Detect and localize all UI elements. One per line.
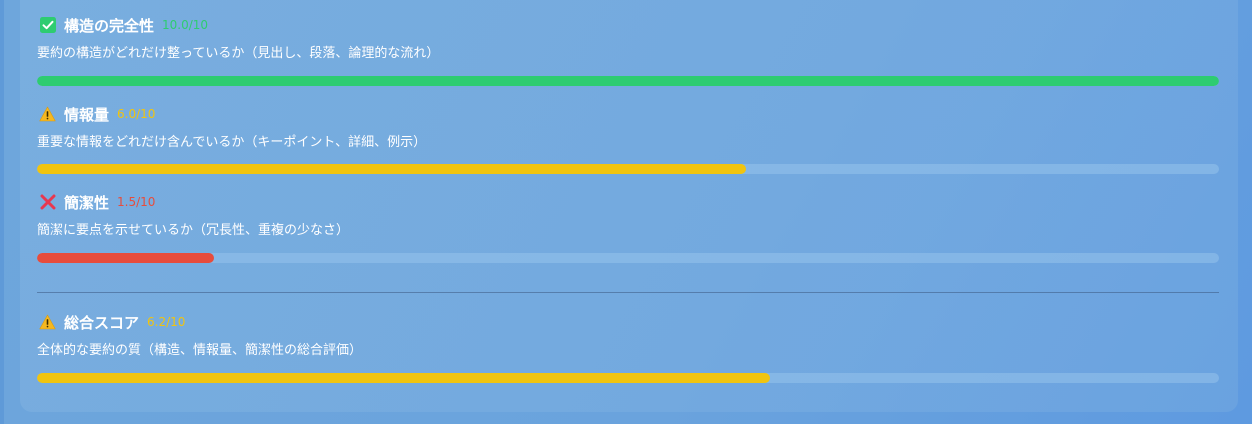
check-icon [39, 17, 56, 34]
overall-score: 6.2/10 [147, 315, 186, 329]
metric-information: 情報量 6.0/10 重要な情報をどれだけ含んでいるか（キーポイント、詳細、例示… [37, 104, 1219, 152]
progress-bar-conciseness [37, 253, 1219, 263]
metric-header: 簡潔性 1.5/10 [37, 192, 1219, 212]
progress-fill [37, 373, 770, 383]
metric-structure: 構造の完全性 10.0/10 要約の構造がどれだけ整っているか（見出し、段落、論… [37, 15, 1219, 63]
cross-icon [39, 194, 56, 211]
metric-title: 簡潔性 [64, 193, 110, 212]
metric-header: 情報量 6.0/10 [37, 104, 1219, 124]
overall-title: 総合スコア [64, 313, 140, 332]
metric-score: 1.5/10 [117, 195, 156, 209]
metric-description: 要約の構造がどれだけ整っているか（見出し、段落、論理的な流れ） [37, 46, 440, 61]
metric-description: 重要な情報をどれだけ含んでいるか（キーポイント、詳細、例示） [37, 135, 427, 150]
progress-fill [37, 76, 1219, 86]
progress-bar-structure [37, 76, 1219, 86]
metric-score: 10.0/10 [162, 18, 209, 32]
warning-icon [39, 314, 56, 331]
metric-header: 構造の完全性 10.0/10 [37, 15, 1219, 35]
progress-fill [37, 164, 747, 174]
metric-title: 構造の完全性 [64, 16, 155, 35]
warning-icon [39, 106, 56, 123]
progress-fill [37, 253, 215, 263]
metric-overall: 総合スコア 6.2/10 全体的な要約の質（構造、情報量、簡潔性の総合評価） [37, 312, 1219, 360]
progress-bar-overall [37, 373, 1219, 383]
metric-header: 総合スコア 6.2/10 [37, 312, 1219, 332]
metric-description: 簡潔に要点を示せているか（冗長性、重複の少なさ） [37, 223, 350, 238]
section-divider [37, 292, 1219, 293]
progress-bar-information [37, 164, 1219, 174]
metric-conciseness: 簡潔性 1.5/10 簡潔に要点を示せているか（冗長性、重複の少なさ） [37, 192, 1219, 240]
overall-description: 全体的な要約の質（構造、情報量、簡潔性の総合評価） [37, 343, 363, 358]
metric-score: 6.0/10 [117, 107, 156, 121]
metric-title: 情報量 [64, 105, 110, 124]
